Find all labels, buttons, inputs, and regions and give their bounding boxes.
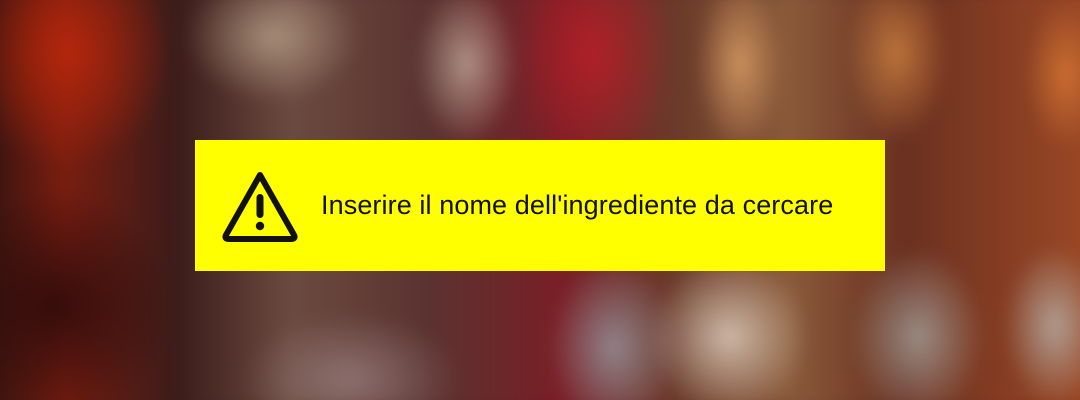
warning-toast: Inserire il nome dell'ingrediente da cer… (195, 140, 885, 271)
toast-message: Inserire il nome dell'ingrediente da cer… (321, 190, 834, 220)
warning-icon (222, 171, 298, 242)
app-screen: Inserire il nome dell'ingrediente da cer… (0, 0, 1080, 400)
